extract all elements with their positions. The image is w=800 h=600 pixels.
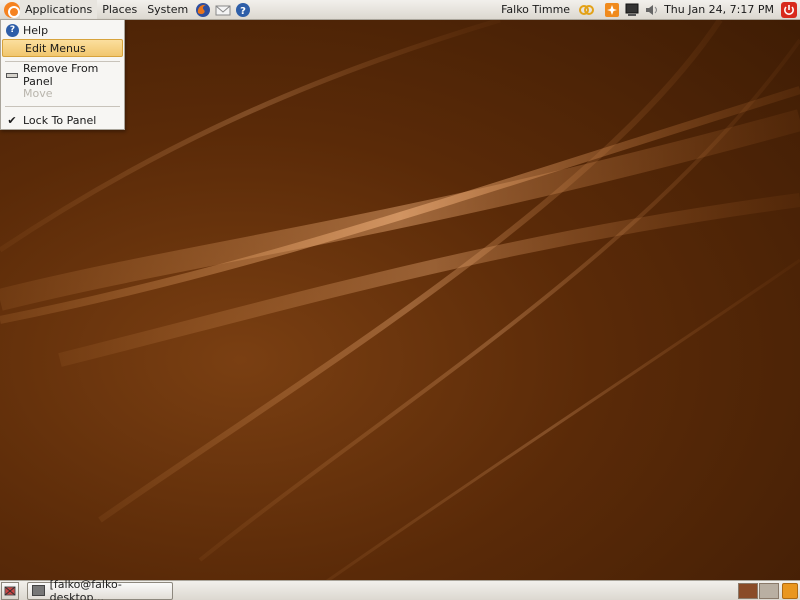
ubuntu-logo-icon[interactable] <box>4 1 20 18</box>
show-desktop-icon <box>4 586 16 595</box>
trash-icon[interactable] <box>782 582 798 599</box>
firefox-icon[interactable] <box>195 2 211 18</box>
update-notifier-icon[interactable] <box>604 2 620 18</box>
places-menu[interactable]: Places <box>97 0 142 20</box>
remove-icon <box>6 72 18 78</box>
clock[interactable]: Thu Jan 24, 7:17 PM <box>662 3 779 16</box>
workspace-1[interactable] <box>738 582 758 599</box>
show-desktop-button[interactable] <box>1 581 19 600</box>
terminal-icon <box>32 585 45 596</box>
menu-item-edit-menus[interactable]: Edit Menus <box>2 39 123 57</box>
computer-icon[interactable] <box>624 2 640 18</box>
menu-separator <box>5 106 120 107</box>
applications-menu[interactable]: Applications <box>20 0 98 20</box>
menu-item-help[interactable]: ? Help <box>1 21 124 39</box>
top-panel: Applications Places System ? Falko Timme… <box>0 0 800 20</box>
help-icon: ? <box>6 23 19 37</box>
menu-item-label: Help <box>23 23 49 37</box>
system-menu[interactable]: System <box>142 0 193 20</box>
menu-item-label: Lock To Panel <box>23 113 97 127</box>
menu-item-label: Edit Menus <box>25 41 86 55</box>
taskbar-window-label: [falko@falko-desktop... <box>49 577 122 600</box>
taskbar-window-button[interactable]: [falko@falko-desktop... <box>27 578 173 600</box>
volume-icon[interactable] <box>644 2 660 18</box>
workspace-2[interactable] <box>759 582 779 599</box>
menu-item-move: Move <box>1 84 124 102</box>
help-icon[interactable]: ? <box>235 2 251 18</box>
panel-context-menu: ? Help Edit Menus Remove From Panel Move… <box>0 19 125 130</box>
menu-item-remove-from-panel[interactable]: Remove From Panel <box>1 62 124 88</box>
svg-text:?: ? <box>240 6 246 17</box>
check-icon: ✔ <box>7 113 17 127</box>
power-icon[interactable] <box>781 1 797 18</box>
network-icon[interactable] <box>578 2 595 18</box>
user-name[interactable]: Falko Timme <box>495 3 576 16</box>
menu-item-label: Move <box>23 86 53 100</box>
bottom-panel: [falko@falko-desktop... <box>0 578 800 600</box>
mail-icon[interactable] <box>215 2 231 18</box>
menu-item-lock-to-panel[interactable]: ✔ Lock To Panel <box>1 111 124 129</box>
